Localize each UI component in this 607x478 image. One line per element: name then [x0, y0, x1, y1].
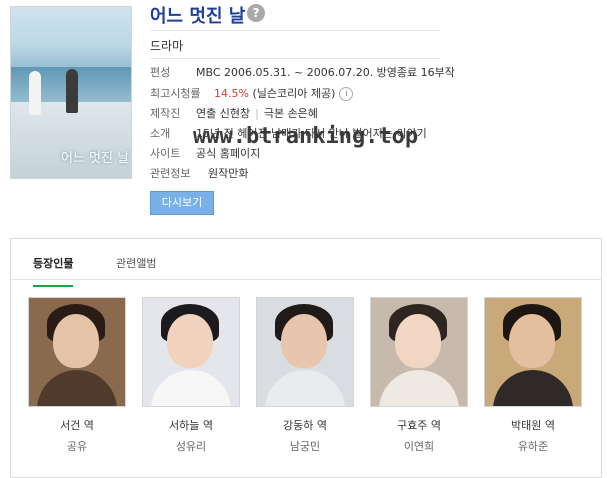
cast-photo[interactable] — [370, 297, 468, 407]
cast-actor[interactable]: 이연희 — [370, 438, 468, 454]
cast-role: 서하늘 역 — [169, 419, 213, 432]
original-comic-link[interactable]: 원작만화 — [208, 167, 248, 180]
tab-albums[interactable]: 관련앨범 — [116, 255, 156, 285]
director-link[interactable]: 연출 신현창 — [196, 107, 250, 120]
cast-actor[interactable]: 공유 — [28, 438, 126, 454]
watermark: www.btranking.top — [193, 124, 419, 149]
poster-title: 어느 멋진 날 — [61, 151, 130, 166]
rewatch-button[interactable]: 다시보기 — [150, 191, 214, 215]
cast-panel: 등장인물 관련앨범 서건 역 공유 서하늘 역 성유리 강동하 역 남궁민 구효… — [10, 238, 602, 478]
rating-source: (닐슨코리아 제공) — [252, 87, 336, 100]
cast-role: 강동하 역 — [283, 419, 327, 432]
poster-figure-woman — [29, 71, 41, 115]
cast-role: 서건 역 — [60, 419, 94, 432]
page-title[interactable]: 어느 멋진 날 — [150, 2, 245, 28]
cast-actor[interactable]: 성유리 — [142, 438, 240, 454]
cast-card[interactable]: 서하늘 역 성유리 — [142, 297, 240, 454]
intro-label: 소개 — [150, 127, 171, 140]
broadcast-label: 편성 — [150, 66, 171, 79]
cast-photo[interactable] — [28, 297, 126, 407]
help-icon[interactable]: ? — [247, 4, 265, 22]
site-row: 사이트 공식 홈페이지 — [150, 147, 260, 161]
cast-photo[interactable] — [256, 297, 354, 407]
related-row: 관련정보 원작만화 — [150, 167, 248, 181]
related-label: 관련정보 — [150, 167, 191, 180]
producer-row: 제작진 연출 신현창 | 극본 손은혜 — [150, 107, 318, 120]
cast-actor[interactable]: 유하준 — [484, 438, 582, 454]
divider — [150, 30, 440, 31]
producer-label: 제작진 — [150, 107, 181, 120]
divider — [150, 58, 440, 59]
genre-label: 드라마 — [150, 39, 184, 53]
cast-role: 구효주 역 — [397, 419, 441, 432]
broadcast-row: 편성 MBC 2006.05.31. ~ 2006.07.20. 방영종료 16부… — [150, 66, 455, 80]
rating-label: 최고시청률 — [150, 87, 201, 100]
broadcast-value: MBC 2006.05.31. ~ 2006.07.20. 방영종료 16부작 — [196, 66, 455, 79]
drama-poster[interactable]: 어느 멋진 날 — [10, 6, 132, 179]
poster-figure-man — [66, 69, 78, 113]
cast-card[interactable]: 서건 역 공유 — [28, 297, 126, 454]
rating-value: 14.5% — [214, 87, 249, 100]
cast-role: 박태원 역 — [511, 419, 555, 432]
cast-actor[interactable]: 남궁민 — [256, 438, 354, 454]
cast-card[interactable]: 강동하 역 남궁민 — [256, 297, 354, 454]
info-icon[interactable]: i — [339, 87, 354, 101]
writer-link[interactable]: 극본 손은혜 — [264, 107, 318, 120]
cast-photo[interactable] — [142, 297, 240, 407]
cast-card[interactable]: 구효주 역 이연희 — [370, 297, 468, 454]
rating-row: 최고시청률 14.5% (닐슨코리아 제공) i — [150, 87, 354, 101]
tab-characters[interactable]: 등장인물 — [33, 255, 74, 287]
site-label: 사이트 — [150, 147, 181, 160]
cast-photo[interactable] — [484, 297, 582, 407]
cast-card[interactable]: 박태원 역 유하준 — [484, 297, 582, 454]
tab-divider — [11, 279, 601, 280]
